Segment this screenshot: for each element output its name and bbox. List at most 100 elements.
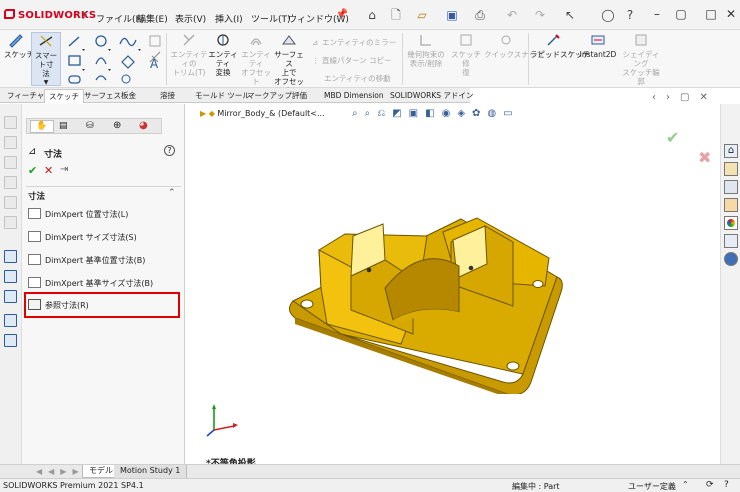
menu-tools[interactable]: ツール(T) — [251, 12, 291, 25]
smart-dimension-button[interactable]: スマート寸 法 ▼ — [31, 32, 61, 86]
dimxpert-basic-size-option[interactable]: DimXpert 基準サイズ寸法(B) — [28, 277, 153, 290]
unit-dropdown-icon[interactable]: ⌃ — [682, 480, 689, 489]
scenes-icon[interactable]: ◍ — [487, 108, 503, 119]
trim-entities-button[interactable]: エンティティの トリム(T) — [168, 32, 210, 77]
zoom-area-icon[interactable]: ⌕ — [365, 108, 378, 119]
collapse-chevron-icon[interactable]: ⌃ — [168, 188, 176, 198]
instant2d-button[interactable]: Instant2D — [578, 32, 618, 59]
strip-tool-icon[interactable] — [4, 136, 17, 149]
previous-view-icon[interactable]: ⎌ — [377, 108, 392, 119]
propertymanager-tab-icon[interactable]: ▤ — [59, 121, 68, 131]
appearances-icon[interactable] — [724, 216, 738, 230]
cancel-x-icon[interactable]: ✕ — [44, 164, 53, 177]
feature-tree-flyout[interactable]: ▶ ◆ Mirror_Body_& (Default<... — [200, 109, 325, 118]
convert-entities-button[interactable]: エンティティ 変換 — [206, 32, 240, 77]
new-document-icon[interactable]: 🗋 — [388, 8, 404, 22]
pushpin-icon[interactable]: ⇥ — [60, 164, 68, 175]
featuremanager-tab-icon[interactable]: ✋ — [30, 120, 54, 133]
home-icon[interactable]: ⌂ — [724, 144, 738, 158]
restore-view-icon[interactable]: ▢ — [680, 92, 699, 103]
view-settings-icon[interactable]: ▭ — [503, 108, 519, 119]
rapid-sketch-button[interactable]: ラピッドスケッチ — [530, 32, 590, 59]
section-view-icon[interactable]: ◩ — [392, 108, 408, 119]
display-manager-tab-icon[interactable]: ◕ — [139, 120, 148, 131]
print-icon[interactable]: ⎙ — [472, 8, 488, 22]
strip-tool-icon[interactable] — [4, 176, 17, 189]
help-icon[interactable]: ? — [724, 480, 729, 490]
close-button[interactable]: ✕ — [724, 8, 738, 22]
menu-edit[interactable]: 編集(E) — [137, 12, 168, 25]
tab-3[interactable]: 板金 — [117, 89, 140, 103]
tab-scroll-arrows[interactable]: ◀◀▶▶ — [36, 467, 85, 476]
confirm-corner-cancel-icon[interactable]: ✖ — [698, 148, 711, 167]
tab-9[interactable]: SOLIDWORKS アドイン — [386, 89, 477, 103]
strip-tool-icon[interactable] — [4, 314, 17, 327]
dropdown-arrow-icon[interactable]: ▼ — [32, 78, 60, 87]
menu-view[interactable]: 表示(V) — [175, 12, 206, 25]
minimize-button[interactable]: – — [650, 8, 664, 22]
dimxpert-basic-location-option[interactable]: DimXpert 基準位置寸法(B) — [28, 254, 145, 267]
save-icon[interactable]: ▣ — [444, 8, 460, 22]
help-icon[interactable]: ? — [622, 8, 638, 22]
dimxpert-tab-icon[interactable]: ⊕ — [113, 120, 121, 131]
offset-on-surface-button[interactable]: サーフェス 上で オフセット — [272, 32, 306, 95]
strip-tool-icon[interactable] — [4, 334, 17, 347]
confirm-corner-ok-icon[interactable]: ✔ — [666, 128, 679, 147]
custom-properties-icon[interactable] — [724, 234, 738, 248]
configuration-tab-icon[interactable]: ⛁ — [86, 121, 94, 131]
tab-8[interactable]: MBD Dimension — [320, 89, 388, 103]
unit-system[interactable]: ユーザー定義 — [628, 481, 676, 492]
shaded-sketch-contours-button[interactable]: シェイディング スケッチ輪 郭 — [620, 32, 662, 86]
strip-tool-icon[interactable] — [4, 290, 17, 303]
home-icon[interactable]: ⌂ — [364, 8, 380, 22]
strip-tool-icon[interactable] — [4, 156, 17, 169]
heads-up-view-toolbar[interactable]: ⌕⌕⎌◩▣◧◉◈✿◍▭ — [352, 108, 520, 119]
graphics-area[interactable]: ▶ ◆ Mirror_Body_& (Default<... ⌕⌕⎌◩▣◧◉◈✿… — [186, 104, 720, 469]
part-model[interactable] — [281, 184, 581, 394]
solidworks-resources-icon[interactable] — [724, 252, 738, 266]
offset-entities-button[interactable]: エンティティ オフセット — [239, 32, 273, 86]
linear-pattern-button[interactable]: ⋮ 直線パターン コピー — [312, 55, 392, 66]
help-icon[interactable]: ? — [164, 145, 175, 156]
dynamic-annotation-icon[interactable]: ▣ — [409, 108, 425, 119]
move-entities-button[interactable]: エンティティの移動 — [324, 73, 391, 84]
select-cursor-icon[interactable]: ↖ — [562, 8, 578, 22]
sketch-button[interactable]: スケッチ — [4, 32, 34, 59]
tab-7[interactable]: 評価 — [288, 89, 311, 103]
pin-icon[interactable]: 📌 — [334, 8, 350, 22]
reference-dimension-option[interactable]: 参照寸法(R) — [28, 299, 89, 312]
strip-tool-icon[interactable] — [4, 116, 17, 129]
maximize-button[interactable]: □ — [704, 8, 718, 22]
tab-4[interactable]: 溶接 — [156, 89, 179, 103]
strip-tool-icon[interactable] — [4, 250, 17, 263]
tab-motion-study[interactable]: Motion Study 1 — [114, 465, 188, 478]
strip-tool-icon[interactable] — [4, 196, 17, 209]
zoom-fit-icon[interactable]: ⌕ — [352, 108, 365, 119]
close-view-icon[interactable]: ✕ — [699, 92, 717, 103]
tab-1[interactable]: スケッチ — [44, 89, 84, 103]
dimxpert-location-option[interactable]: DimXpert 位置寸法(L) — [28, 208, 128, 221]
strip-tool-icon[interactable] — [4, 270, 17, 283]
rebuild-icon[interactable]: ⟳ — [706, 480, 714, 490]
file-explorer-icon[interactable] — [724, 180, 738, 194]
ok-check-icon[interactable]: ✔ — [28, 164, 37, 177]
restore-button[interactable]: ▢ — [674, 8, 688, 22]
display-delete-relations-button[interactable]: 幾何拘束の 表示/削除 — [404, 32, 448, 68]
mirror-entities-button[interactable]: ⊿ エンティティのミラー — [312, 37, 396, 48]
view-orientation-icon[interactable]: ◧ — [425, 108, 441, 119]
view-palette-icon[interactable] — [724, 198, 738, 212]
menu-insert[interactable]: 挿入(I) — [215, 12, 243, 25]
design-library-icon[interactable] — [724, 162, 738, 176]
redo-icon[interactable]: ↷ — [532, 8, 548, 22]
open-folder-icon[interactable]: ▱ — [414, 8, 430, 22]
repair-sketch-button[interactable]: スケッチ修 復 — [450, 32, 482, 77]
edit-appearance-icon[interactable]: ✿ — [472, 108, 487, 119]
quick-snaps-button[interactable]: クイックスナップ — [484, 32, 544, 59]
dimxpert-size-option[interactable]: DimXpert サイズ寸法(S) — [28, 231, 137, 244]
hide-show-icon[interactable]: ◈ — [457, 108, 472, 119]
user-account-icon[interactable]: ◯ — [600, 8, 616, 22]
strip-tool-icon[interactable] — [4, 216, 17, 229]
undo-icon[interactable]: ↶ — [504, 8, 520, 22]
chevron-left-icon[interactable]: ‹ — [652, 92, 666, 103]
chevron-right-icon[interactable]: › — [666, 92, 680, 103]
